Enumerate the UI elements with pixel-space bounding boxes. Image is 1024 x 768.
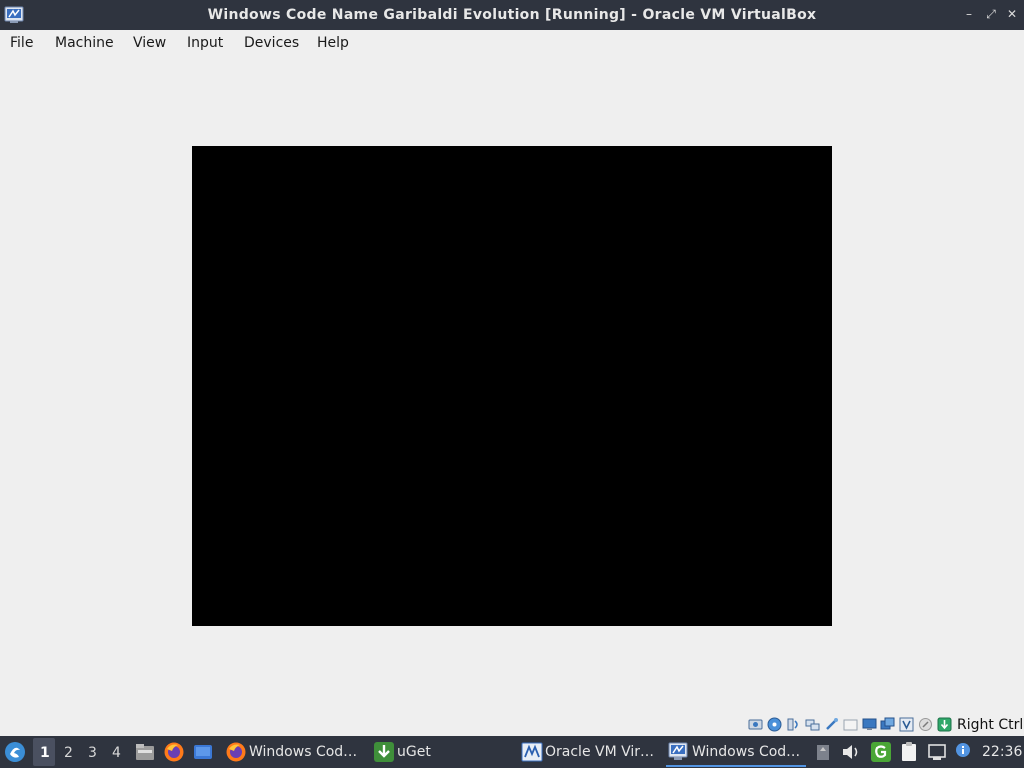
virtualbox-manager-icon — [521, 742, 543, 762]
restore-button[interactable]: ⤢ — [983, 6, 999, 22]
usb-icon[interactable] — [824, 717, 839, 732]
task-vm-window-active[interactable]: Windows Cod… — [666, 736, 806, 768]
task-label: uGet — [397, 744, 431, 760]
show-desktop-icon[interactable] — [192, 741, 214, 763]
network-tray-icon[interactable] — [926, 741, 948, 763]
minimize-button[interactable]: – — [961, 6, 977, 22]
vm-display[interactable] — [192, 146, 832, 626]
file-manager-icon[interactable] — [134, 741, 156, 763]
virtualization-icon[interactable] — [899, 717, 914, 732]
menu-machine[interactable]: Machine — [55, 35, 114, 51]
task-label: Windows Cod… — [249, 744, 358, 760]
task-firefox-window[interactable]: Windows Cod… — [224, 736, 364, 768]
restore-icon: ⤢ — [986, 7, 996, 21]
firefox-icon — [226, 742, 246, 762]
menu-devices[interactable]: Devices — [244, 35, 299, 51]
task-uget-window[interactable]: uGet — [372, 736, 512, 768]
window-titlebar[interactable]: Windows Code Name Garibaldi Evolution [R… — [0, 0, 1024, 30]
uget-tray-icon[interactable] — [870, 741, 892, 763]
close-button[interactable]: ✕ — [1004, 6, 1020, 22]
clipboard-icon[interactable] — [898, 741, 920, 763]
optical-drive-icon[interactable] — [767, 717, 782, 732]
shared-folders-icon[interactable] — [843, 717, 858, 732]
info-tray-icon[interactable] — [954, 741, 972, 763]
menu-help[interactable]: Help — [317, 35, 349, 51]
menu-view[interactable]: View — [133, 35, 166, 51]
tray-scroll-icon[interactable] — [814, 741, 832, 763]
menu-file[interactable]: File — [10, 35, 33, 51]
mouse-integration-icon[interactable] — [918, 717, 933, 732]
close-icon: ✕ — [1006, 7, 1018, 21]
task-label: Windows Cod… — [692, 744, 801, 760]
window-title: Windows Code Name Garibaldi Evolution [R… — [207, 7, 817, 23]
clock[interactable]: 22:36 — [982, 744, 1022, 760]
vista-vm-icon — [668, 742, 688, 760]
workspace-1[interactable]: 1 — [40, 745, 50, 761]
keyboard-icon[interactable] — [937, 717, 952, 732]
menu-input[interactable]: Input — [187, 35, 223, 51]
taskbar: 1 2 3 4 Windows Cod… uGet Oracle VM Vir…… — [0, 736, 1024, 768]
firefox-launcher-icon[interactable] — [163, 741, 185, 763]
menu-bar: File Machine View Input Devices Help — [0, 30, 1024, 56]
workspace-4[interactable]: 4 — [112, 745, 121, 761]
start-menu-icon[interactable] — [4, 741, 26, 763]
task-label: Oracle VM Vir… — [545, 744, 655, 760]
video-capture-icon[interactable] — [880, 717, 895, 732]
display-icon[interactable] — [862, 717, 877, 732]
audio-icon[interactable] — [786, 717, 801, 732]
volume-icon[interactable] — [840, 741, 862, 763]
hard-disk-icon[interactable] — [748, 717, 763, 732]
task-virtualbox-manager[interactable]: Oracle VM Vir… — [520, 736, 660, 768]
vm-status-bar: Right Ctrl — [0, 714, 1024, 736]
workspace-2[interactable]: 2 — [64, 745, 73, 761]
workspace-3[interactable]: 3 — [88, 745, 97, 761]
minimize-icon: – — [966, 7, 972, 21]
uget-icon — [374, 742, 394, 762]
network-icon[interactable] — [805, 717, 820, 732]
host-key-label[interactable]: Right Ctrl — [957, 717, 1023, 733]
